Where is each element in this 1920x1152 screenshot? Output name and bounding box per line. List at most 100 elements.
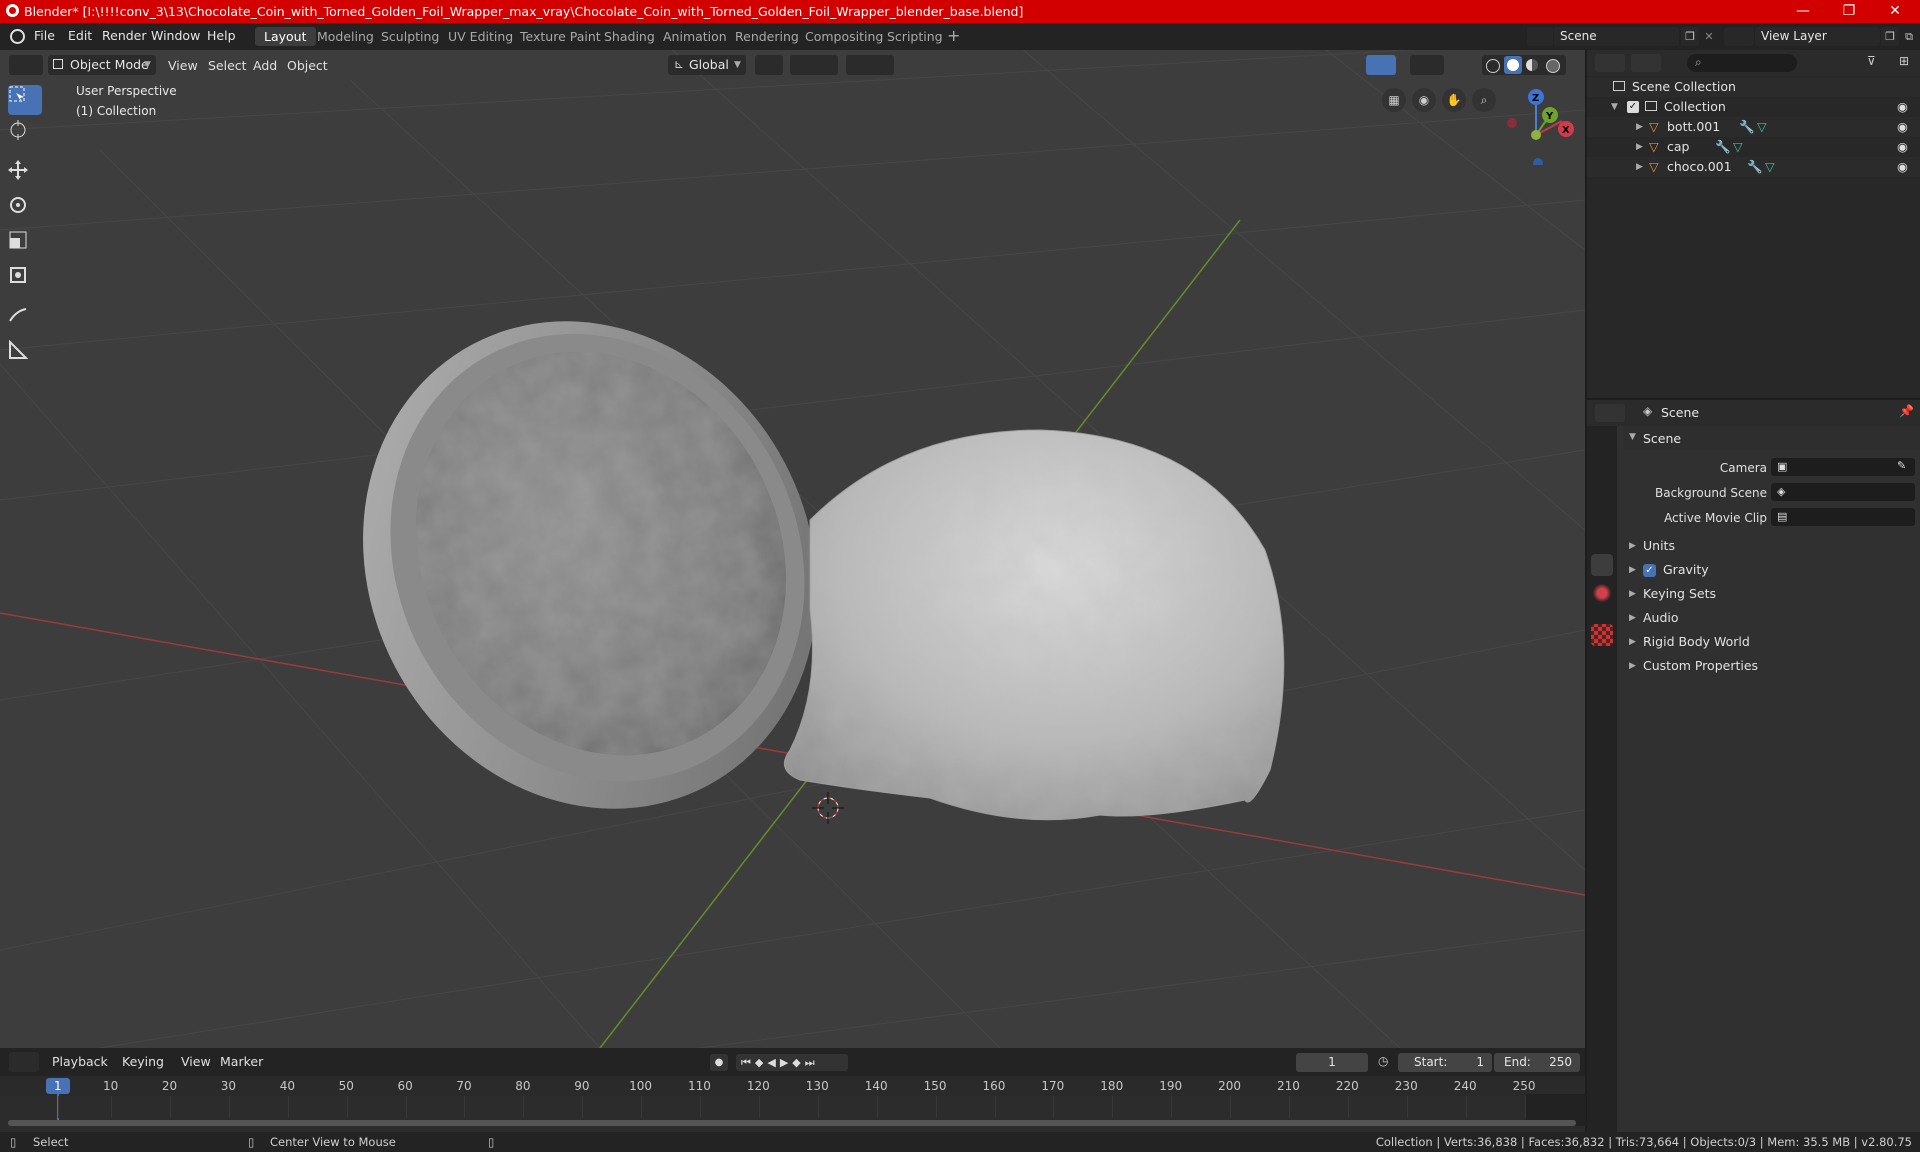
expand-icon[interactable]: ▶ xyxy=(1636,157,1643,177)
viewport-menu-select[interactable]: Select xyxy=(208,56,247,76)
minimize-button[interactable]: — xyxy=(1780,0,1826,23)
transform-tool[interactable] xyxy=(8,265,42,295)
mode-selector[interactable]: Object Mode ▼ xyxy=(48,55,156,75)
record-icon[interactable]: ● xyxy=(710,1054,728,1071)
exclude-checkbox-icon[interactable]: ✓ xyxy=(1627,101,1639,113)
eye-icon[interactable]: ◉ xyxy=(1897,97,1908,117)
transform-orientation-dropdown[interactable]: ⊾ Global ▼ xyxy=(668,55,746,75)
view-layer-browse-icon[interactable] xyxy=(1724,27,1754,46)
subpanel-gravity[interactable]: ▶ ✓ Gravity xyxy=(1623,558,1920,582)
eye-icon[interactable]: ◉ xyxy=(1897,157,1908,177)
proportional-edit-icon[interactable] xyxy=(846,55,894,75)
camera-field[interactable]: ▣ ✎ xyxy=(1771,458,1915,476)
3d-viewport[interactable]: Object Mode ▼ View Select Add Object ⊾ G… xyxy=(0,50,1585,1048)
close-button[interactable]: ✕ xyxy=(1872,0,1918,23)
display-mode-icon[interactable] xyxy=(1631,54,1661,72)
scene-browse-icon[interactable] xyxy=(1527,27,1553,46)
expand-icon[interactable]: ▶ xyxy=(1636,137,1643,157)
zoom-view-icon[interactable]: ⌕ xyxy=(1472,88,1496,112)
outliner-search-input[interactable]: ⌕ xyxy=(1687,54,1797,72)
scene-name-field[interactable]: Scene xyxy=(1554,27,1679,46)
outliner-row-object[interactable]: ▶ ▽ choco.001 🔧 ▽ ◉ xyxy=(1587,157,1920,177)
output-tab-icon[interactable] xyxy=(1591,498,1613,520)
outliner-row-object[interactable]: ▶ ▽ bott.001 🔧 ▽ ◉ xyxy=(1587,117,1920,137)
add-workspace-button[interactable]: + xyxy=(947,26,960,45)
scene-tab-icon[interactable] xyxy=(1591,554,1613,576)
solid-shading-icon[interactable] xyxy=(1504,56,1522,74)
timeline-menu-playback[interactable]: Playback xyxy=(52,1052,108,1072)
viewport-menu-object[interactable]: Object xyxy=(287,56,328,76)
outliner-editor-type-icon[interactable] xyxy=(1595,54,1625,72)
timeline-editor-type-icon[interactable] xyxy=(9,1052,39,1072)
new-collection-icon[interactable]: ⊞ xyxy=(1899,54,1915,72)
tool-tab-icon[interactable] xyxy=(1591,434,1613,456)
current-frame-field[interactable]: 1 xyxy=(1296,1053,1368,1072)
tab-uv-editing[interactable]: UV Editing xyxy=(439,27,522,46)
subpanel-keying-sets[interactable]: ▶ Keying Sets xyxy=(1623,582,1920,606)
scene-panel-header[interactable]: ▼ Scene xyxy=(1623,426,1920,450)
timeline-menu-view[interactable]: View xyxy=(181,1052,211,1072)
measure-tool[interactable] xyxy=(8,340,42,370)
navigation-gizmo[interactable]: Z X Y xyxy=(1500,85,1580,165)
viewport-menu-view[interactable]: View xyxy=(168,56,198,76)
timeline-menu-keying[interactable]: Keying xyxy=(122,1052,164,1072)
tab-scripting[interactable]: Scripting xyxy=(878,27,952,46)
view-layer-tab-icon[interactable] xyxy=(1591,526,1613,548)
eyedropper-icon[interactable]: ✎ xyxy=(1897,459,1906,472)
shading-mode-buttons[interactable] xyxy=(1482,55,1566,75)
menu-render[interactable]: Render xyxy=(102,28,147,43)
visibility-filter-icon[interactable] xyxy=(1330,55,1360,75)
annotate-tool[interactable] xyxy=(8,305,42,335)
menu-help[interactable]: Help xyxy=(207,28,236,43)
wireframe-shading-icon[interactable] xyxy=(1486,59,1500,73)
timeline-menu-marker[interactable]: Marker xyxy=(220,1052,263,1072)
playback-controls[interactable]: ⏮◆◀▶◆⏭ xyxy=(736,1054,848,1071)
blender-menu-icon[interactable] xyxy=(10,29,25,44)
eye-icon[interactable]: ◉ xyxy=(1897,137,1908,157)
move-tool[interactable] xyxy=(8,160,42,190)
cursor-tool[interactable] xyxy=(8,120,42,150)
rotate-tool[interactable] xyxy=(8,195,42,225)
subpanel-audio[interactable]: ▶ Audio xyxy=(1623,606,1920,630)
expand-icon[interactable]: ▶ xyxy=(1636,117,1643,137)
subpanel-rigid-body-world[interactable]: ▶ Rigid Body World xyxy=(1623,630,1920,654)
outliner-row-scene-collection[interactable]: Scene Collection xyxy=(1587,77,1920,97)
remove-scene-icon[interactable]: ✕ xyxy=(1700,27,1718,46)
subpanel-custom-properties[interactable]: ▶ Custom Properties xyxy=(1623,654,1920,678)
overlays-toggle-icon[interactable] xyxy=(1410,55,1444,75)
pan-view-icon[interactable]: ✋ xyxy=(1442,88,1466,112)
menu-file[interactable]: File xyxy=(34,28,55,43)
camera-view-icon[interactable]: ◉ xyxy=(1412,88,1436,112)
filter-icon[interactable]: ⊽ xyxy=(1867,54,1895,72)
gravity-checkbox[interactable]: ✓ xyxy=(1643,564,1656,577)
grid-view-icon[interactable]: ▦ xyxy=(1382,88,1406,112)
clock-icon[interactable]: ◷ xyxy=(1378,1054,1388,1068)
end-frame-field[interactable]: End: 250 xyxy=(1494,1053,1580,1072)
expand-icon[interactable]: ▼ xyxy=(1611,97,1618,117)
outliner-row-collection[interactable]: ▼ ✓ Collection ◉ xyxy=(1587,97,1920,117)
active-movie-clip-field[interactable]: ▤ xyxy=(1771,508,1915,526)
remove-view-layer-icon[interactable]: ⧉ xyxy=(1900,27,1918,46)
world-tab-icon[interactable] xyxy=(1591,582,1613,604)
pivot-point-icon[interactable] xyxy=(755,55,783,75)
texture-tab-icon[interactable] xyxy=(1591,624,1613,646)
gizmo-toggle-icon[interactable] xyxy=(1366,55,1396,75)
select-box-tool[interactable] xyxy=(8,85,42,115)
rendered-shading-icon[interactable] xyxy=(1546,59,1560,73)
properties-editor-type-icon[interactable] xyxy=(1595,404,1625,422)
timeline-scrubber[interactable]: 1 10 20 30 40 50 60 70 80 90 100 110 120 130 140 150 160… xyxy=(0,1076,1586,1132)
outliner-row-object[interactable]: ▶ ▽ cap 🔧 ▽ ◉ xyxy=(1587,137,1920,157)
start-frame-field[interactable]: Start: 1 xyxy=(1398,1053,1492,1072)
render-tab-icon[interactable] xyxy=(1591,470,1613,492)
eye-icon[interactable]: ◉ xyxy=(1897,117,1908,137)
background-scene-field[interactable]: ◈ xyxy=(1771,483,1915,501)
maximize-button[interactable]: ❐ xyxy=(1826,0,1872,23)
view-layer-field[interactable]: View Layer xyxy=(1755,27,1880,46)
new-view-layer-icon[interactable]: ❐ xyxy=(1881,27,1899,46)
tab-sculpting[interactable]: Sculpting xyxy=(372,27,448,46)
timeline-scrollbar[interactable] xyxy=(8,1120,1576,1126)
editor-type-icon[interactable] xyxy=(9,55,43,75)
viewport-menu-add[interactable]: Add xyxy=(253,56,277,76)
scale-tool[interactable] xyxy=(8,230,42,260)
new-scene-icon[interactable]: ❐ xyxy=(1681,27,1699,46)
